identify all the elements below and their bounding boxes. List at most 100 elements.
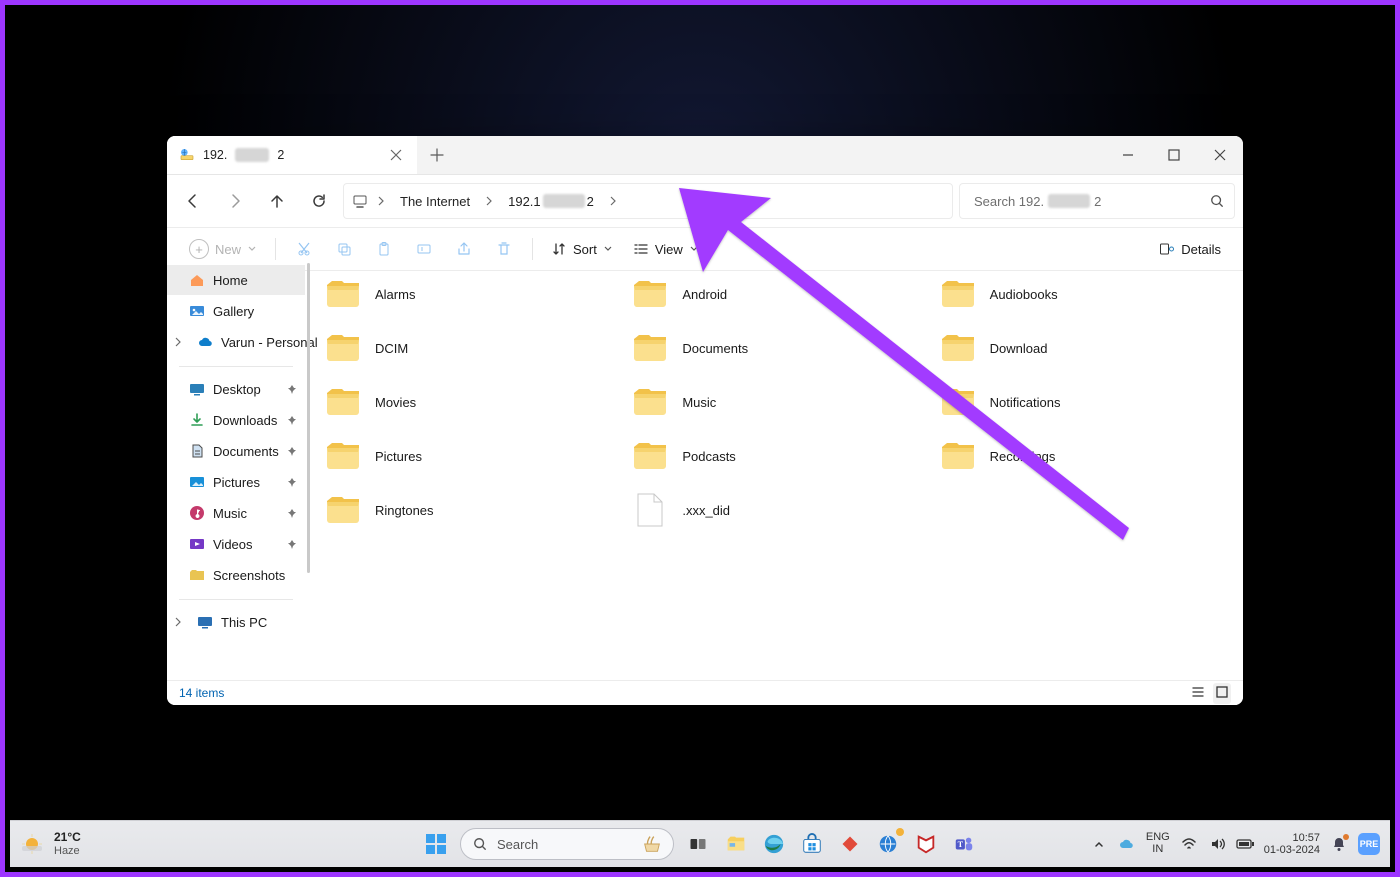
taskbar: 21°C Haze Search T ENGIN [10,820,1390,867]
folder-item[interactable]: Download [936,325,1235,371]
rename-button[interactable] [406,237,442,261]
pictures-icon [189,474,205,490]
item-label: DCIM [375,341,408,356]
folder-item[interactable]: Alarms [321,271,620,317]
paste-button[interactable] [366,237,402,261]
breadcrumb-internet[interactable]: The Internet [394,194,476,209]
delete-button[interactable] [486,237,522,261]
copilot-button[interactable]: PRE [1358,833,1380,855]
sidebar-item-pictures[interactable]: Pictures [167,467,305,497]
sidebar-item-home[interactable]: Home [167,265,305,295]
search-input[interactable]: Search 192. 2 [959,183,1235,219]
forward-button[interactable] [217,184,253,218]
folder-item[interactable]: Recordings [936,433,1235,479]
sidebar-item-music[interactable]: Music [167,498,305,528]
notifications-icon[interactable] [1330,835,1348,853]
sidebar-item-this-pc[interactable]: This PC [167,607,305,637]
chevron-down-icon [689,242,699,257]
taskbar-app-globe[interactable] [874,830,902,858]
chevron-right-icon[interactable] [484,194,494,209]
chevron-right-icon[interactable] [608,194,618,209]
sidebar-item-onedrive[interactable]: Varun - Personal [167,327,305,357]
layout-details-button[interactable] [1189,683,1207,704]
videos-icon [189,536,205,552]
item-label: Download [990,341,1048,356]
folder-item[interactable]: Documents [628,325,927,371]
pc-icon [197,614,213,630]
folder-item[interactable]: Audiobooks [936,271,1235,317]
volume-icon[interactable] [1208,835,1226,853]
chevron-right-icon[interactable] [173,335,183,350]
sidebar-item-desktop[interactable]: Desktop [167,374,305,404]
sidebar-item-gallery[interactable]: Gallery [167,296,305,326]
folder-item[interactable]: DCIM [321,325,620,371]
tray-onedrive-icon[interactable] [1118,835,1136,853]
folder-item[interactable]: Notifications [936,379,1235,425]
folder-item[interactable]: Ringtones [321,487,620,533]
separator [179,366,293,367]
taskbar-app-mcafee[interactable] [912,830,940,858]
battery-icon[interactable] [1236,835,1254,853]
view-button[interactable]: View [625,237,707,261]
taskbar-app-diamond[interactable] [836,830,864,858]
address-bar[interactable]: The Internet 192.1 2 [343,183,953,219]
sidebar-item-documents[interactable]: Documents [167,436,305,466]
share-button[interactable] [446,237,482,261]
maximize-button[interactable] [1151,136,1197,174]
taskbar-search-placeholder: Search [497,837,631,852]
cut-button[interactable] [286,237,322,261]
taskbar-center: Search T [422,828,978,860]
folder-item[interactable]: Android [628,271,927,317]
new-tab-button[interactable] [417,136,457,174]
chevron-down-icon [247,242,257,257]
folder-item[interactable]: Music [628,379,927,425]
minimize-button[interactable] [1105,136,1151,174]
sort-button[interactable]: Sort [543,237,621,261]
documents-icon [189,443,205,459]
copy-button[interactable] [326,237,362,261]
download-icon [189,412,205,428]
taskbar-app-store[interactable] [798,830,826,858]
task-view-button[interactable] [684,830,712,858]
folder-item[interactable]: Pictures [321,433,620,479]
network-location-icon [179,147,195,163]
clock[interactable]: 10:5701-03-2024 [1264,832,1320,856]
taskbar-app-teams[interactable]: T [950,830,978,858]
back-button[interactable] [175,184,211,218]
language-indicator[interactable]: ENGIN [1146,832,1170,855]
search-placeholder-redacted [1048,194,1090,208]
folder-item[interactable]: Movies [321,379,620,425]
pin-icon [287,537,297,552]
tab-active[interactable]: 192. 2 [167,136,417,174]
wifi-icon[interactable] [1180,835,1198,853]
separator [532,238,533,260]
weather-widget[interactable]: 21°C Haze [10,831,81,856]
new-button[interactable]: + New [181,235,265,263]
sidebar-item-downloads[interactable]: Downloads [167,405,305,435]
layout-icons-button[interactable] [1213,683,1231,704]
folder-icon [323,490,363,530]
refresh-button[interactable] [301,184,337,218]
tab-close-button[interactable] [388,147,404,163]
weather-desc: Haze [54,845,81,857]
tab-title-redacted [235,148,269,162]
chevron-right-icon[interactable] [376,194,386,209]
start-button[interactable] [422,830,450,858]
sidebar-item-screenshots[interactable]: Screenshots [167,560,305,590]
items-view[interactable]: AlarmsAndroidAudiobooks DCIM Documents Down… [313,263,1243,681]
pin-icon [287,475,297,490]
tray-overflow-button[interactable] [1090,835,1108,853]
folder-icon [323,274,363,314]
folder-item[interactable]: Podcasts [628,433,927,479]
taskbar-app-edge[interactable] [760,830,788,858]
taskbar-app-explorer[interactable] [722,830,750,858]
sidebar-scrollbar[interactable] [305,263,313,681]
up-button[interactable] [259,184,295,218]
file-item[interactable]: .xxx_did [628,487,927,533]
sidebar-item-videos[interactable]: Videos [167,529,305,559]
details-button[interactable]: Details [1151,237,1229,261]
breadcrumb-ip[interactable]: 192.1 2 [502,194,600,209]
taskbar-search[interactable]: Search [460,828,674,860]
chevron-right-icon[interactable] [173,615,183,630]
close-window-button[interactable] [1197,136,1243,174]
